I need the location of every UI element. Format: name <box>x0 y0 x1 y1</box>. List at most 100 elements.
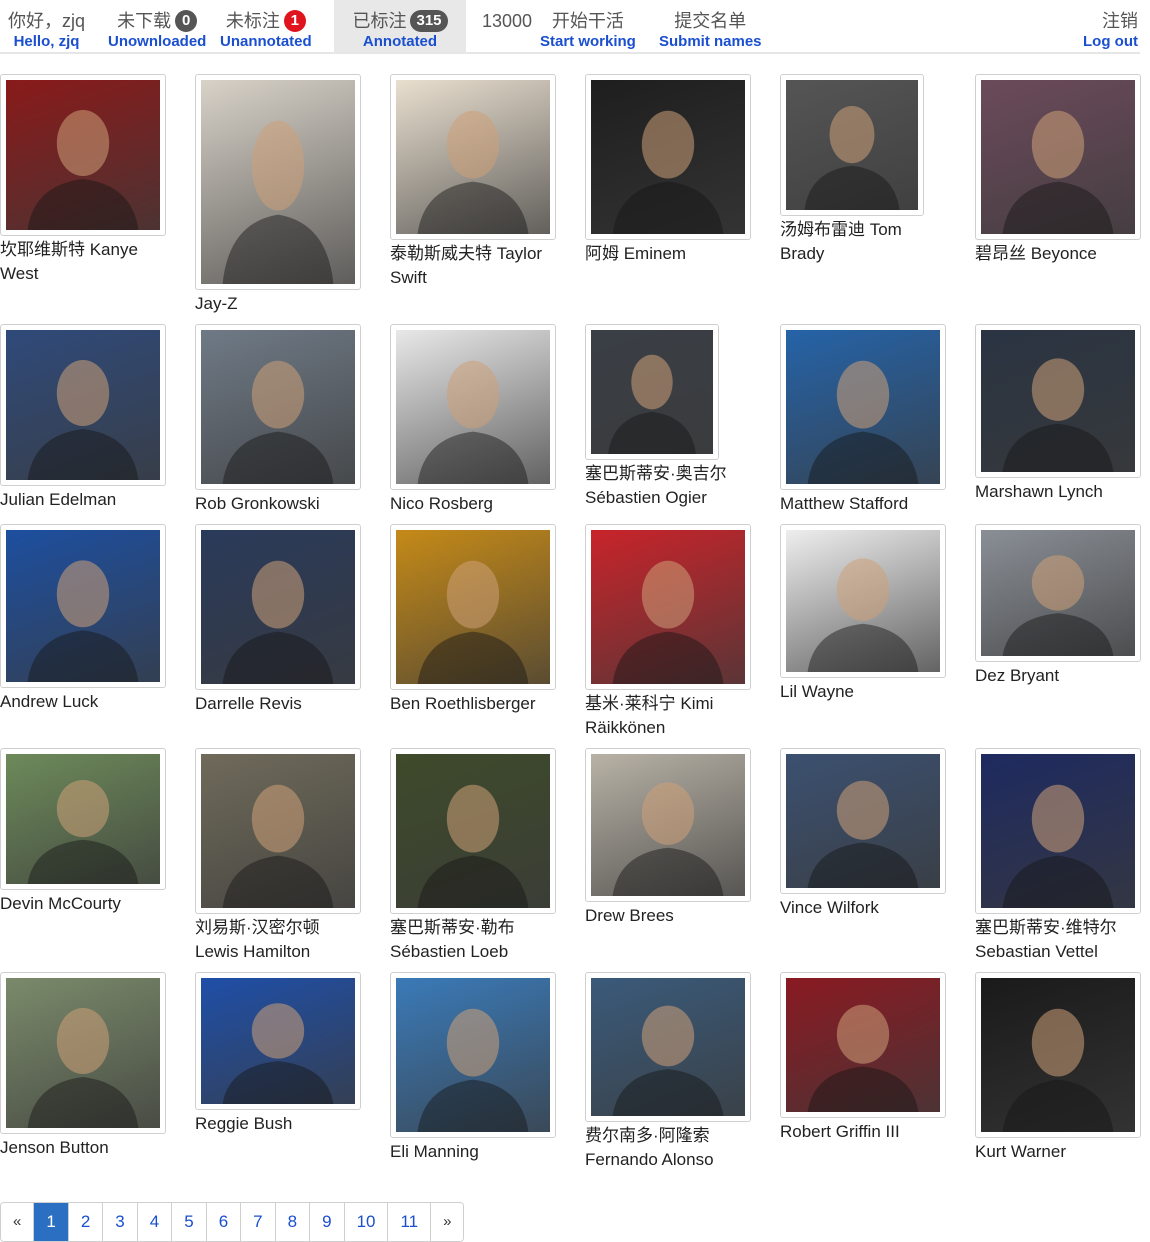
person-thumbnail[interactable] <box>195 74 361 290</box>
person-name-line1: Rob Gronkowski <box>195 494 320 513</box>
person-name: Drew Brees <box>585 904 755 928</box>
nav-logout[interactable]: 注销 Log out <box>1083 0 1138 52</box>
person-name-line1: Kurt Warner <box>975 1142 1067 1161</box>
person-silhouette-icon <box>417 360 529 484</box>
page-10-button[interactable]: 10 <box>344 1203 389 1241</box>
submit-en[interactable]: Submit names <box>659 34 762 50</box>
person-thumbnail[interactable] <box>195 324 361 490</box>
person-name: 坎耶维斯特 Kanye West <box>0 238 170 286</box>
page-5-button[interactable]: 5 <box>172 1203 207 1241</box>
page-9-button[interactable]: 9 <box>310 1203 345 1241</box>
person-thumbnail[interactable] <box>390 748 556 914</box>
next-page-button[interactable]: » <box>431 1203 464 1241</box>
person-name: Kurt Warner <box>975 1140 1145 1164</box>
nav-start-working[interactable]: 开始干活 Start working <box>540 0 636 52</box>
person-name: Jay-Z <box>195 292 365 316</box>
page-4-button[interactable]: 4 <box>137 1203 173 1241</box>
person-name-line1: Devin McCourty <box>0 894 121 913</box>
person-name-line1: Robert Griffin III <box>780 1122 900 1141</box>
person-name-line2: Brady <box>780 244 825 263</box>
person-photo <box>396 754 550 908</box>
annotated-en[interactable]: Annotated <box>363 34 437 50</box>
unloaded-en[interactable]: Unownloaded <box>108 34 206 50</box>
person-photo <box>201 530 355 684</box>
page-6-button[interactable]: 6 <box>206 1203 242 1241</box>
page-3-button[interactable]: 3 <box>103 1203 138 1241</box>
person-thumbnail[interactable] <box>0 74 166 236</box>
person-thumbnail[interactable] <box>390 74 556 240</box>
person-photo <box>6 330 160 480</box>
person-thumbnail[interactable] <box>780 972 946 1118</box>
person-name-line1: Nico Rosberg <box>390 494 493 513</box>
person-name: 碧昂丝 Beyonce <box>975 242 1145 266</box>
person-thumbnail[interactable] <box>195 524 361 690</box>
page-7-button[interactable]: 7 <box>241 1203 276 1241</box>
person-silhouette-icon <box>222 120 334 284</box>
person-name: Reggie Bush <box>195 1112 365 1136</box>
page-8-button[interactable]: 8 <box>275 1203 311 1241</box>
person-thumbnail[interactable] <box>975 324 1141 478</box>
person-photo <box>201 754 355 908</box>
person-thumbnail[interactable] <box>975 972 1141 1138</box>
person-name-line1: 刘易斯·汉密尔顿 <box>195 918 320 937</box>
person-thumbnail[interactable] <box>390 972 556 1138</box>
person-thumbnail[interactable] <box>780 74 924 216</box>
person-name-line2: West <box>0 264 39 283</box>
page-2-button[interactable]: 2 <box>68 1203 104 1241</box>
person-thumbnail[interactable] <box>975 524 1141 662</box>
person-silhouette-icon <box>417 784 529 908</box>
nav-submit-names[interactable]: 提交名单 Submit names <box>659 0 762 52</box>
person-thumbnail[interactable] <box>975 748 1141 914</box>
person-name-line2: Sebastian Vettel <box>975 942 1098 961</box>
start-en[interactable]: Start working <box>540 34 636 50</box>
person-photo <box>201 330 355 484</box>
person-silhouette-icon <box>417 560 529 684</box>
person-silhouette-icon <box>27 560 139 682</box>
person-thumbnail[interactable] <box>780 748 946 894</box>
nav-annotated[interactable]: 已标注 315 Annotated <box>334 0 466 52</box>
person-name: 费尔南多·阿隆索 Fernando Alonso <box>585 1124 755 1172</box>
person-thumbnail[interactable] <box>0 748 166 890</box>
nav-unannotated[interactable]: 未标注 1 Unannotated <box>220 0 312 52</box>
person-thumbnail[interactable] <box>585 748 751 902</box>
person-thumbnail[interactable] <box>0 324 166 486</box>
person-name-line1: Eli Manning <box>390 1142 479 1161</box>
person-thumbnail[interactable] <box>585 74 751 240</box>
person-thumbnail[interactable] <box>390 324 556 490</box>
person-thumbnail[interactable] <box>195 748 361 914</box>
page-1-button[interactable]: 1 <box>34 1203 69 1241</box>
person-thumbnail[interactable] <box>585 524 751 690</box>
person-name: 汤姆布雷迪 Tom Brady <box>780 218 950 266</box>
person-thumbnail[interactable] <box>390 524 556 690</box>
person-name: Devin McCourty <box>0 892 170 916</box>
person-thumbnail[interactable] <box>585 324 719 460</box>
person-photo <box>6 80 160 230</box>
person-photo <box>786 80 918 210</box>
person-photo <box>6 978 160 1128</box>
person-name-line2: Lewis Hamilton <box>195 942 311 961</box>
page-11-button[interactable]: 11 <box>388 1203 432 1241</box>
person-thumbnail[interactable] <box>195 972 361 1110</box>
person-thumbnail[interactable] <box>780 524 946 678</box>
person-photo <box>396 80 550 234</box>
person-thumbnail[interactable] <box>0 524 166 688</box>
nav-unloaded[interactable]: 未下载 0 Unownloaded <box>108 0 206 52</box>
total-count: 13000 <box>482 11 533 31</box>
logout-en[interactable]: Log out <box>1083 34 1138 50</box>
person-thumbnail[interactable] <box>0 972 166 1134</box>
person-name: Robert Griffin III <box>780 1120 950 1144</box>
person-silhouette-icon <box>27 1008 139 1128</box>
unannotated-en[interactable]: Unannotated <box>220 34 312 50</box>
person-thumbnail[interactable] <box>585 972 751 1122</box>
person-name-line1: Reggie Bush <box>195 1114 293 1133</box>
person-name-line1: Ben Roethlisberger <box>390 694 536 713</box>
person-photo <box>396 978 550 1132</box>
person-photo <box>6 754 160 884</box>
person-thumbnail[interactable] <box>780 324 946 490</box>
person-silhouette-icon <box>222 784 334 908</box>
person-thumbnail[interactable] <box>975 74 1141 240</box>
person-name-line1: Lil Wayne <box>780 682 855 701</box>
person-photo <box>396 330 550 484</box>
person-name: Andrew Luck <box>0 690 170 714</box>
prev-page-button[interactable]: « <box>1 1203 35 1241</box>
